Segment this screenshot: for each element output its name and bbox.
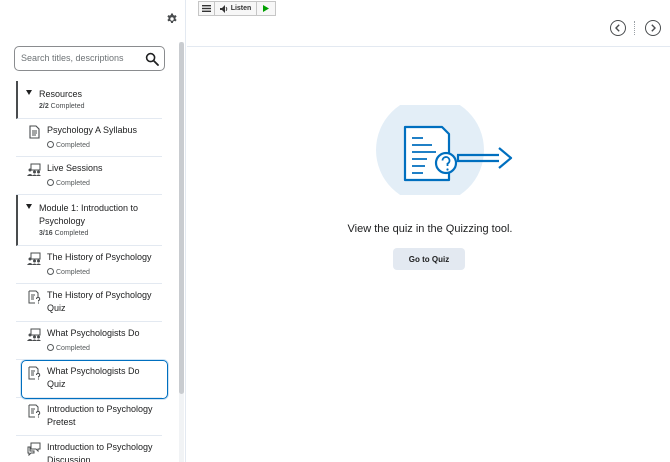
chevron-right-icon [651,24,656,32]
sidebar: Resources 2/2 Completed Psychology A Syl… [0,0,186,462]
table-of-contents: Resources 2/2 Completed Psychology A Syl… [16,81,162,462]
topic-history[interactable]: The History of Psychology Completed [16,246,162,284]
topic-title: The History of Psychology Quiz [47,290,152,313]
topic-what-psychologists-do-quiz[interactable]: What Psychologists Do Quiz [16,360,162,398]
topic-discussion[interactable]: Introduction to Psychology Discussion [16,436,162,462]
completed-status: Completed [47,268,90,276]
topic-what-psychologists-do[interactable]: What Psychologists Do Completed [16,322,162,360]
topic-live-sessions[interactable]: Live Sessions Completed [16,157,162,195]
gear-icon[interactable] [166,13,178,25]
search-icon[interactable] [145,52,159,66]
check-circle-icon [47,268,54,275]
quiz-icon [28,366,41,380]
search-input[interactable] [21,47,145,69]
completed-status: Completed [47,179,90,187]
previous-topic-button[interactable] [610,20,626,36]
module-progress: 2/2 Completed [39,103,85,110]
people-screen-icon [27,252,41,265]
topic-title: What Psychologists Do [47,328,140,338]
check-circle-icon [47,141,54,148]
topic-title: The History of Psychology [47,252,152,262]
topic-title: Live Sessions [47,163,103,173]
people-screen-icon [27,163,41,176]
people-screen-icon [27,328,41,341]
header-divider [187,46,670,47]
quiz-illustration [376,105,513,195]
go-to-quiz-button[interactable]: Go to Quiz [393,248,465,270]
quiz-icon [28,404,41,418]
hamburger-icon [202,5,211,12]
topic-syllabus[interactable]: Psychology A Syllabus Completed [16,119,162,157]
readspeaker-toolbar: Listen [198,1,276,16]
completed-status: Completed [47,141,90,149]
check-circle-icon [47,344,54,351]
topic-title: What Psychologists Do Quiz [47,366,140,389]
module-progress: 3/16 Completed [39,230,89,237]
module-introduction[interactable]: Module 1: Introduction to Psychology 3/1… [16,195,162,246]
document-icon [29,125,40,139]
play-button[interactable] [257,2,275,15]
menu-button[interactable] [199,2,215,15]
module-title: Resources [39,89,83,99]
module-title: Module 1: Introduction to Psychology [39,203,139,226]
search-box [14,46,165,71]
topic-title: Introduction to Psychology Pretest [47,404,153,427]
speaker-icon [219,4,227,13]
discussion-icon [27,442,41,456]
listen-button[interactable]: Listen [215,2,257,15]
chevron-left-icon [615,24,620,32]
module-resources[interactable]: Resources 2/2 Completed [16,81,162,119]
next-topic-button[interactable] [645,20,661,36]
caret-down-icon[interactable] [26,204,32,209]
topic-title: Psychology A Syllabus [47,125,138,135]
listen-label: Listen [230,5,252,12]
quiz-icon [28,290,41,304]
quiz-message: View the quiz in the Quizzing tool. [347,223,513,235]
topic-title: Introduction to Psychology Discussion [47,442,153,462]
scrollbar-thumb[interactable] [179,42,184,394]
check-circle-icon [47,179,54,186]
play-icon [263,5,269,12]
topic-history-quiz[interactable]: The History of Psychology Quiz [16,284,162,322]
caret-down-icon[interactable] [26,90,32,95]
topic-pretest[interactable]: Introduction to Psychology Pretest [16,398,162,436]
nav-separator [634,21,635,35]
completed-status: Completed [47,344,90,352]
